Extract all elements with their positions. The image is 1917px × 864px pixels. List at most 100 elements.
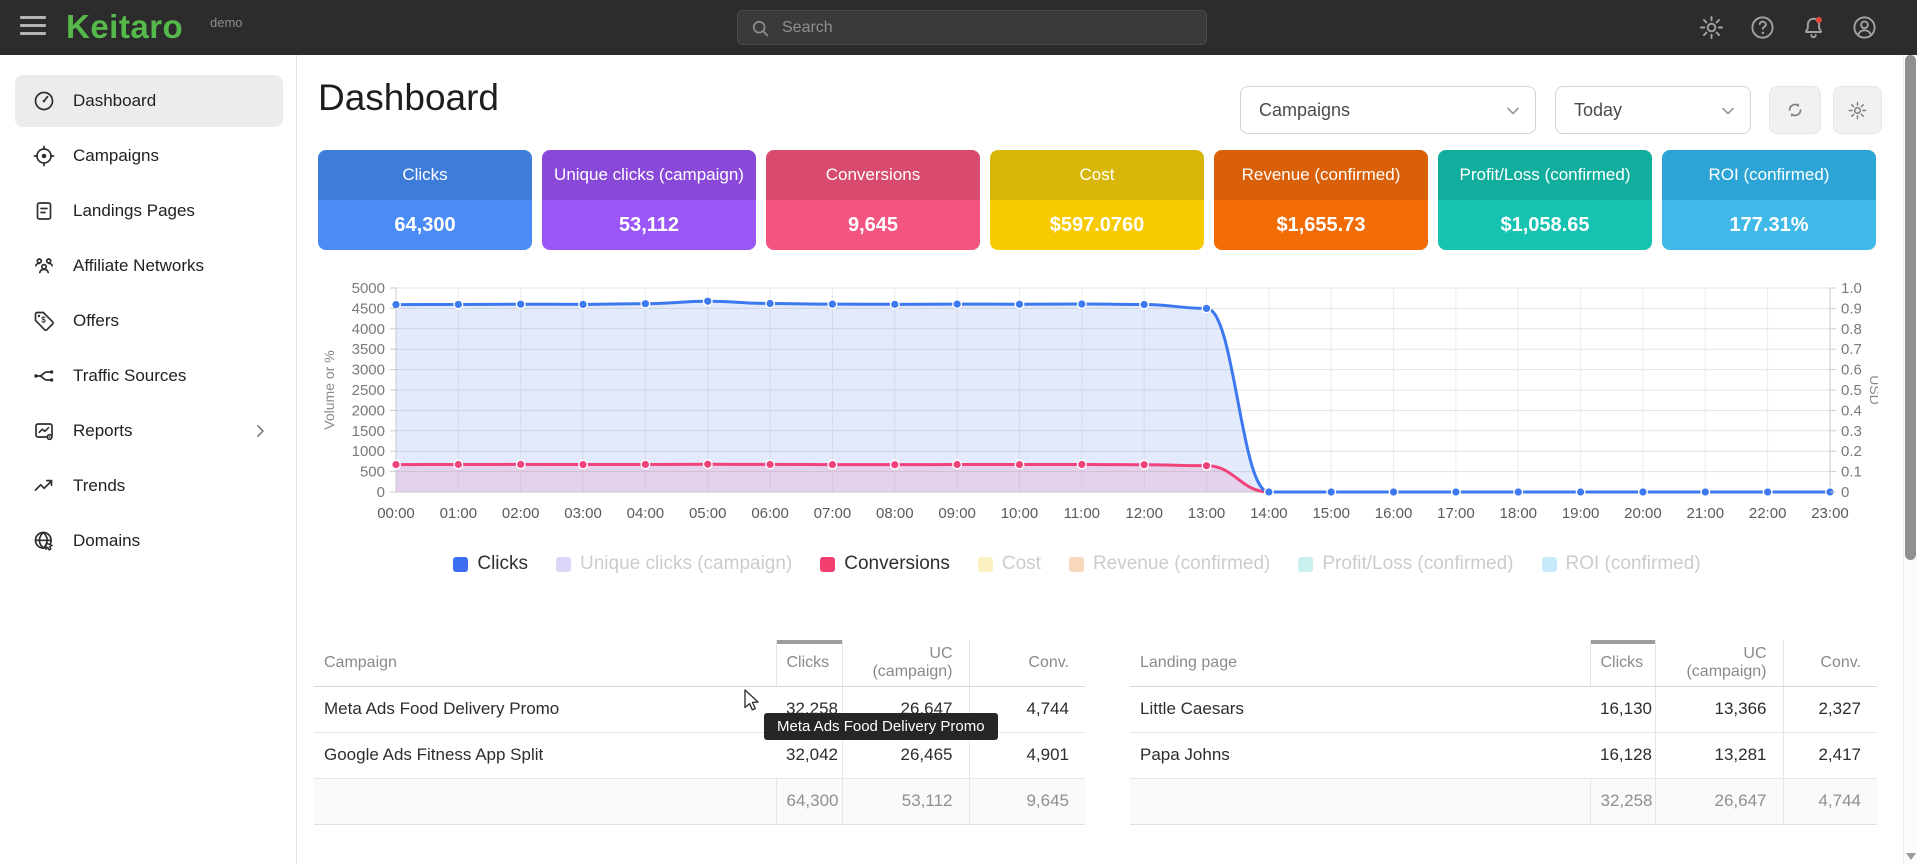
row-name-cell: Google Ads Fitness App Split [314,732,776,778]
x-axis-tick: 15:00 [1312,505,1350,522]
column-header-conv[interactable]: Conv. [969,640,1085,686]
legend-item-conversions[interactable]: Conversions [820,553,950,575]
legend-swatch [1069,557,1084,572]
table-row-papa-johns[interactable]: Papa Johns16,12813,2812,417 [1130,732,1877,778]
y-axis-right-tick: 0.6 [1841,362,1862,379]
page-title: Dashboard [318,77,499,119]
x-axis-tick: 05:00 [689,505,727,522]
point-clicks [703,297,712,306]
svg-text:$: $ [41,316,46,325]
gear-icon [1847,100,1868,121]
date-range-select[interactable]: Today [1555,86,1751,134]
sidebar-item-domains[interactable]: Domains [15,515,283,567]
y-axis-left-tick: 4000 [352,321,385,338]
x-axis-tick: 14:00 [1250,505,1288,522]
notifications-bell-icon[interactable] [1800,14,1827,41]
sidebar-menu: DashboardCampaignsLandings PagesAffiliat… [0,55,297,864]
x-axis-tick: 01:00 [440,505,478,522]
legend-label: Cost [1002,553,1041,575]
scrollbar-thumb[interactable] [1905,55,1916,560]
y-axis-left-tick: 3000 [352,362,385,379]
x-axis-tick: 18:00 [1499,505,1537,522]
legend-item-revenue-confirmed[interactable]: Revenue (confirmed) [1069,553,1270,575]
sidebar-item-affiliate-networks[interactable]: Affiliate Networks [15,240,283,292]
legend-item-roi-confirmed[interactable]: ROI (confirmed) [1542,553,1701,575]
refresh-icon [1784,99,1806,121]
point-clicks [1140,300,1149,309]
column-header-clicks[interactable]: Clicks [1590,640,1655,686]
x-axis-tick: 12:00 [1125,505,1163,522]
point-conversions [516,460,525,469]
stat-card-conversions[interactable]: Conversions9,645 [766,150,980,250]
split-icon [32,364,56,388]
point-conversions [953,460,962,469]
stat-card-roi-confirmed[interactable]: ROI (confirmed)177.31% [1662,150,1876,250]
sidebar-item-dashboard[interactable]: Dashboard [15,75,283,127]
legend-item-cost[interactable]: Cost [978,553,1041,575]
stat-card-clicks[interactable]: Clicks64,300 [318,150,532,250]
point-conversions [766,460,775,469]
campaigns-filter-select[interactable]: Campaigns [1240,86,1536,134]
y-axis-right-tick: 1.0 [1841,280,1862,297]
stat-card-profit-loss-confirmed[interactable]: Profit/Loss (confirmed)$1,058.65 [1438,150,1652,250]
stat-card-value: 64,300 [318,200,532,250]
row-hover-tooltip: Meta Ads Food Delivery Promo [764,713,998,740]
y-axis-left-tick: 500 [360,464,385,481]
chart-svg: 5000450040003500300025002000150010005000… [318,278,1878,536]
stat-card-label: Profit/Loss (confirmed) [1438,150,1652,200]
column-header-conv[interactable]: Conv. [1783,640,1877,686]
date-range-value: Today [1574,100,1622,121]
sidebar-item-landings-pages[interactable]: Landings Pages [15,185,283,237]
point-conversions [1202,461,1211,470]
legend-item-profit-loss-confirmed[interactable]: Profit/Loss (confirmed) [1298,553,1513,575]
x-axis-tick: 20:00 [1624,505,1662,522]
brand-logo[interactable]: Keitaro [66,8,183,46]
x-axis-tick: 13:00 [1188,505,1226,522]
column-header-clicks[interactable]: Clicks [776,640,842,686]
settings-gear-icon[interactable] [1698,14,1725,41]
search-input[interactable] [782,19,1194,37]
help-icon[interactable] [1749,14,1776,41]
scrollbar-down-arrow-icon[interactable] [1906,853,1916,860]
x-axis-tick: 22:00 [1749,505,1787,522]
sidebar-item-trends[interactable]: Trends [15,460,283,512]
column-header-landing-page[interactable]: Landing page [1130,640,1590,686]
dashboard-settings-button[interactable] [1833,86,1882,134]
sidebar-item-reports[interactable]: Reports [15,405,283,457]
globe-icon [32,529,56,553]
stat-card-unique-clicks-campaign[interactable]: Unique clicks (campaign)53,112 [542,150,756,250]
sidebar-item-offers[interactable]: $Offers [15,295,283,347]
totals-cell [314,778,776,824]
stat-card-revenue-confirmed[interactable]: Revenue (confirmed)$1,655.73 [1214,150,1428,250]
legend-item-unique-clicks-campaign[interactable]: Unique clicks (campaign) [556,553,792,575]
x-axis-tick: 06:00 [751,505,789,522]
people-icon [32,254,56,278]
point-clicks [392,300,401,309]
column-header-campaign[interactable]: Campaign [314,640,776,686]
chart-legend: Clicks Unique clicks (campaign) Conversion… [297,553,1857,575]
point-clicks [1015,300,1024,309]
point-clicks [766,299,775,308]
legend-label: Unique clicks (campaign) [580,553,792,575]
landings-table: Landing pageClicksUC (campaign)Conv.Litt… [1130,640,1877,825]
refresh-button[interactable] [1769,86,1821,134]
main-content: Dashboard Campaigns Today Clicks64,300Un… [297,55,1903,864]
sidebar-item-campaigns[interactable]: Campaigns [15,130,283,182]
y-axis-left-tick: 0 [377,484,385,501]
sidebar-item-traffic-sources[interactable]: Traffic Sources [15,350,283,402]
legend-label: Revenue (confirmed) [1093,553,1270,575]
point-conversions [828,460,837,469]
row-value-cell: 2,417 [1783,732,1877,778]
column-header-uc-campaign[interactable]: UC (campaign) [1655,640,1783,686]
legend-item-clicks[interactable]: Clicks [453,553,528,575]
dashboard-controls: Campaigns Today [1240,86,1882,134]
user-avatar-icon[interactable] [1851,14,1878,41]
topbar: Keitaro demo [0,0,1917,55]
chevron-right-icon [251,422,269,440]
column-header-uc-campaign[interactable]: UC (campaign) [842,640,969,686]
table-row-little-caesars[interactable]: Little Caesars16,13013,3662,327 [1130,686,1877,732]
y-axis-left-tick: 1000 [352,443,385,460]
stat-card-cost[interactable]: Cost$597.0760 [990,150,1204,250]
hamburger-menu-icon[interactable] [20,16,46,38]
point-clicks [1389,488,1398,497]
